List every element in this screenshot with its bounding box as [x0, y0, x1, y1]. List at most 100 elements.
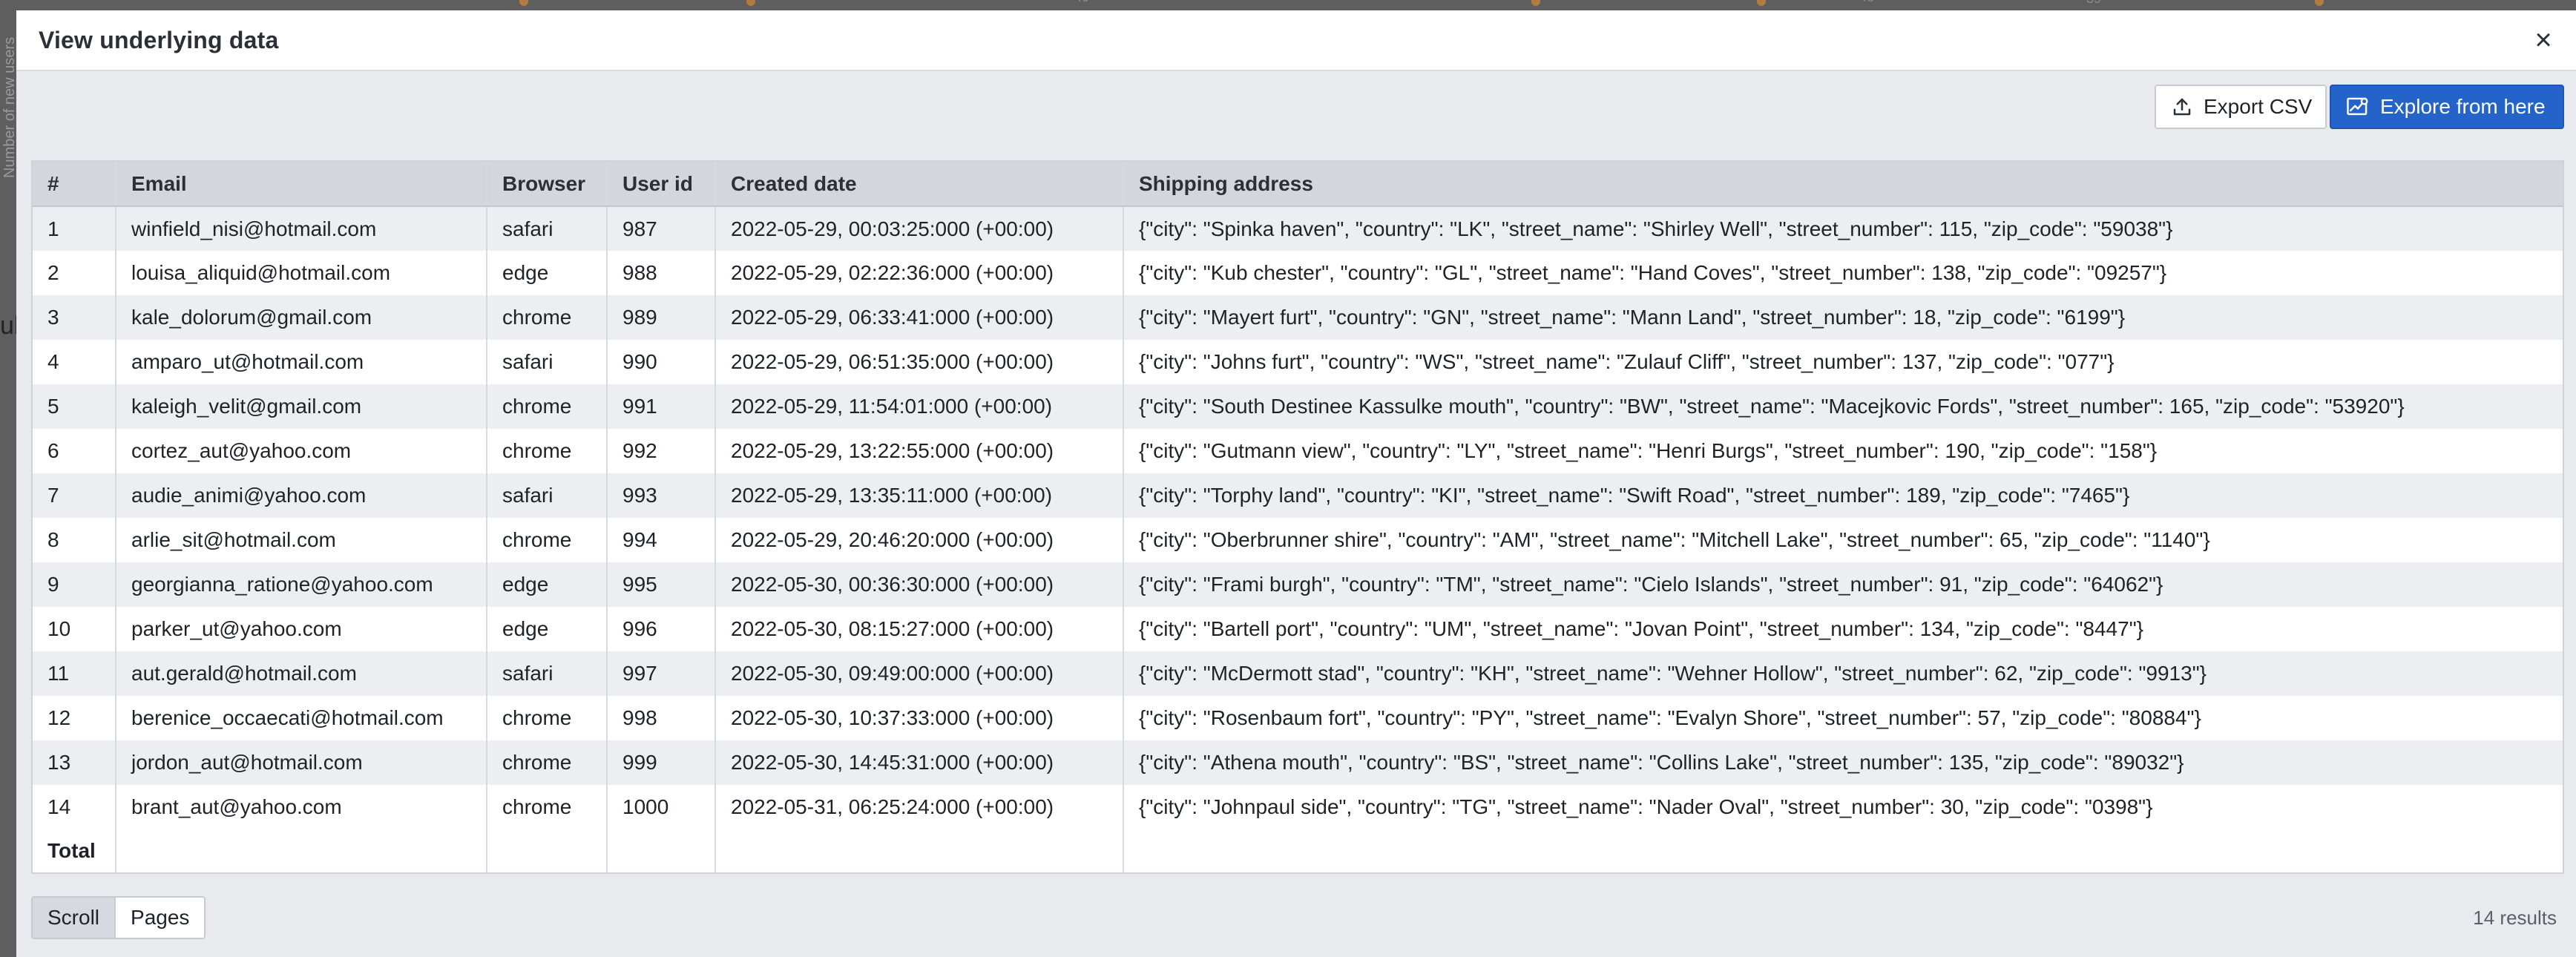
- explore-from-here-label: Explore from here: [2380, 95, 2546, 118]
- scroll-tab[interactable]: Scroll: [31, 896, 116, 939]
- table-row: 11 aut.gerald@hotmail.com safari 997 2022-05…: [33, 651, 2563, 696]
- table-cell: 2022-05-29, 06:51:35:000 (+00:00): [715, 340, 1124, 384]
- table-cell: 10: [33, 607, 116, 651]
- modal-header: View underlying data ×: [16, 10, 2576, 71]
- column-header[interactable]: Created date: [715, 162, 1124, 207]
- table-cell: {"city": "Mayert furt", "country": "GN",…: [1123, 295, 2563, 340]
- table-cell: chrome: [487, 740, 608, 785]
- table-cell: 11: [33, 651, 116, 696]
- background-ticks: 40 48 39: [0, 0, 2576, 7]
- table-cell: {"city": "South Destinee Kassulke mouth"…: [1123, 384, 2563, 429]
- table-cell: arlie_sit@hotmail.com: [116, 518, 487, 562]
- table-cell: {"city": "Athena mouth", "country": "BS"…: [1123, 740, 2563, 785]
- upload-icon: [2173, 98, 2191, 116]
- table-cell: 2022-05-30, 08:15:27:000 (+00:00): [715, 607, 1124, 651]
- table-cell: chrome: [487, 696, 608, 740]
- table-cell: {"city": "Rosenbaum fort", "country": "P…: [1123, 696, 2563, 740]
- column-header[interactable]: Email: [116, 162, 487, 207]
- table-row: 1 winfield_nisi@hotmail.com safari 987 2022-…: [33, 206, 2563, 251]
- table-cell: 988: [607, 251, 716, 295]
- table-cell: 2022-05-31, 06:25:24:000 (+00:00): [715, 785, 1124, 829]
- chart-explore-icon: [2347, 97, 2368, 116]
- total-label: Total: [33, 829, 116, 872]
- table-row: 6 cortez_aut@yahoo.com chrome 992 2022-05-29…: [33, 429, 2563, 473]
- total-row: Total: [33, 829, 2563, 872]
- table-cell: georgianna_ratione@yahoo.com: [116, 562, 487, 607]
- table-cell: chrome: [487, 384, 608, 429]
- background-axis-label: Number of new users: [1, 36, 15, 178]
- total-cell: [487, 829, 608, 872]
- table-row: 3 kale_dolorum@gmail.com chrome 989 2022-05-…: [33, 295, 2563, 340]
- table-cell: {"city": "Frami burgh", "country": "TM",…: [1123, 562, 2563, 607]
- table-row: 13 jordon_aut@hotmail.com chrome 999 2022-05…: [33, 740, 2563, 785]
- table-cell: 989: [607, 295, 716, 340]
- close-button[interactable]: ×: [2527, 24, 2560, 56]
- table-row: 2 louisa_aliquid@hotmail.com edge 988 2022-0…: [33, 251, 2563, 295]
- table-cell: 995: [607, 562, 716, 607]
- table-cell: chrome: [487, 518, 608, 562]
- table-cell: chrome: [487, 429, 608, 473]
- table-cell: safari: [487, 473, 608, 518]
- table-cell: safari: [487, 340, 608, 384]
- table-cell: 1: [33, 206, 116, 251]
- table-cell: 2022-05-30, 10:37:33:000 (+00:00): [715, 696, 1124, 740]
- table-row: 14 brant_aut@yahoo.com chrome 1000 2022-05-3…: [33, 785, 2563, 829]
- table-row: 4 amparo_ut@hotmail.com safari 990 2022-05-2…: [33, 340, 2563, 384]
- table-cell: winfield_nisi@hotmail.com: [116, 206, 487, 251]
- export-csv-label: Export CSV: [2204, 95, 2313, 118]
- table-cell: 6: [33, 429, 116, 473]
- table-cell: chrome: [487, 295, 608, 340]
- table-cell: safari: [487, 651, 608, 696]
- column-header[interactable]: Shipping address: [1123, 162, 2563, 207]
- table-cell: 991: [607, 384, 716, 429]
- column-header[interactable]: User id: [607, 162, 716, 207]
- table-cell: 2022-05-29, 13:35:11:000 (+00:00): [715, 473, 1124, 518]
- table-cell: brant_aut@yahoo.com: [116, 785, 487, 829]
- table-row: 5 kaleigh_velit@gmail.com chrome 991 2022-05…: [33, 384, 2563, 429]
- table-cell: 5: [33, 384, 116, 429]
- table-cell: {"city": "Spinka haven", "country": "LK"…: [1123, 206, 2563, 251]
- table-cell: 2022-05-29, 11:54:01:000 (+00:00): [715, 384, 1124, 429]
- table-cell: edge: [487, 562, 608, 607]
- table-cell: edge: [487, 251, 608, 295]
- table-cell: kale_dolorum@gmail.com: [116, 295, 487, 340]
- table-cell: {"city": "McDermott stad", "country": "K…: [1123, 651, 2563, 696]
- table-cell: {"city": "Kub chester", "country": "GL",…: [1123, 251, 2563, 295]
- total-cell: [1123, 829, 2563, 872]
- export-csv-button[interactable]: Export CSV: [2155, 85, 2327, 129]
- table-cell: 998: [607, 696, 716, 740]
- total-cell: [116, 829, 487, 872]
- table-cell: 1000: [607, 785, 716, 829]
- view-mode-toggle: Scroll Pages: [31, 896, 206, 941]
- table-cell: 987: [607, 206, 716, 251]
- table-cell: 2022-05-30, 14:45:31:000 (+00:00): [715, 740, 1124, 785]
- table-row: 12 berenice_occaecati@hotmail.com chrome 99…: [33, 696, 2563, 740]
- underlying-data-modal: View underlying data × Export CSV Explor…: [16, 10, 2576, 957]
- table-cell: louisa_aliquid@hotmail.com: [116, 251, 487, 295]
- table-row: 8 arlie_sit@hotmail.com chrome 994 2022-05-2…: [33, 518, 2563, 562]
- table-cell: amparo_ut@hotmail.com: [116, 340, 487, 384]
- table-cell: 13: [33, 740, 116, 785]
- table-cell: 3: [33, 295, 116, 340]
- explore-from-here-button[interactable]: Explore from here: [2330, 85, 2564, 129]
- table-cell: cortez_aut@yahoo.com: [116, 429, 487, 473]
- table-cell: 8: [33, 518, 116, 562]
- table-row: 9 georgianna_ratione@yahoo.com edge 995 2022…: [33, 562, 2563, 607]
- table-cell: 997: [607, 651, 716, 696]
- table-cell: aut.gerald@hotmail.com: [116, 651, 487, 696]
- table-cell: 2022-05-29, 13:22:55:000 (+00:00): [715, 429, 1124, 473]
- background-tick: 48: [1859, 0, 1874, 5]
- column-header[interactable]: #: [33, 162, 116, 207]
- table-cell: 2022-05-29, 20:46:20:000 (+00:00): [715, 518, 1124, 562]
- results-count: 14 results: [2473, 907, 2557, 929]
- total-cell: [715, 829, 1124, 872]
- pages-tab[interactable]: Pages: [116, 896, 206, 939]
- background-tick: 39: [2086, 0, 2101, 7]
- table-cell: berenice_occaecati@hotmail.com: [116, 696, 487, 740]
- table-cell: 2: [33, 251, 116, 295]
- table-cell: {"city": "Torphy land", "country": "KI",…: [1123, 473, 2563, 518]
- table-cell: edge: [487, 607, 608, 651]
- modal-title: View underlying data: [39, 27, 279, 53]
- total-cell: [607, 829, 716, 872]
- column-header[interactable]: Browser: [487, 162, 608, 207]
